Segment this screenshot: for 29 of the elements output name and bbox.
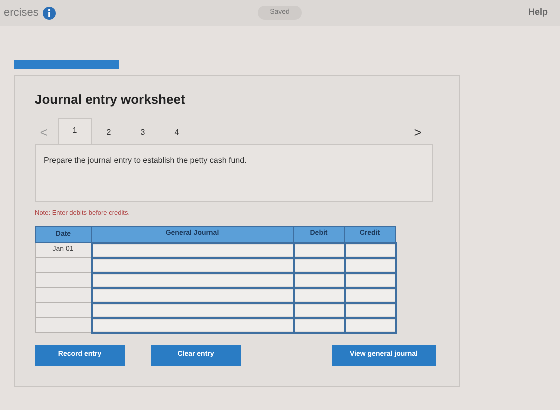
debit-field[interactable] [294,320,344,331]
credit-field[interactable] [346,290,394,301]
account-field[interactable] [92,274,292,286]
toolbar-button[interactable] [14,60,119,69]
account-field[interactable] [92,290,292,301]
next-button[interactable]: > [409,122,427,144]
debit-field[interactable] [294,304,344,316]
debit-field[interactable] [294,274,344,286]
step-tab[interactable]: 4 [160,122,194,144]
account-field[interactable] [92,320,292,331]
help-link[interactable]: Help [528,6,548,20]
debit-field[interactable] [294,260,344,271]
account-field[interactable] [92,260,292,271]
account-field[interactable] [92,244,292,256]
debit-field[interactable] [294,290,344,301]
question-text: Prepare the journal entry to establish the petty cash fund. [44,154,248,166]
page-title: ercises [4,6,39,21]
step-tab[interactable]: 3 [126,122,160,144]
step-tab[interactable]: 1 [58,118,92,144]
credit-field[interactable] [346,320,394,331]
credit-field[interactable] [346,304,394,316]
worksheet-title: Journal entry worksheet [35,91,186,109]
debit-field[interactable] [294,244,344,256]
credit-field[interactable] [346,244,394,256]
info-icon[interactable] [42,6,56,20]
credit-field[interactable] [346,274,394,286]
account-field[interactable] [92,304,292,316]
step-tab[interactable]: 2 [92,122,126,144]
credit-field[interactable] [346,260,394,271]
